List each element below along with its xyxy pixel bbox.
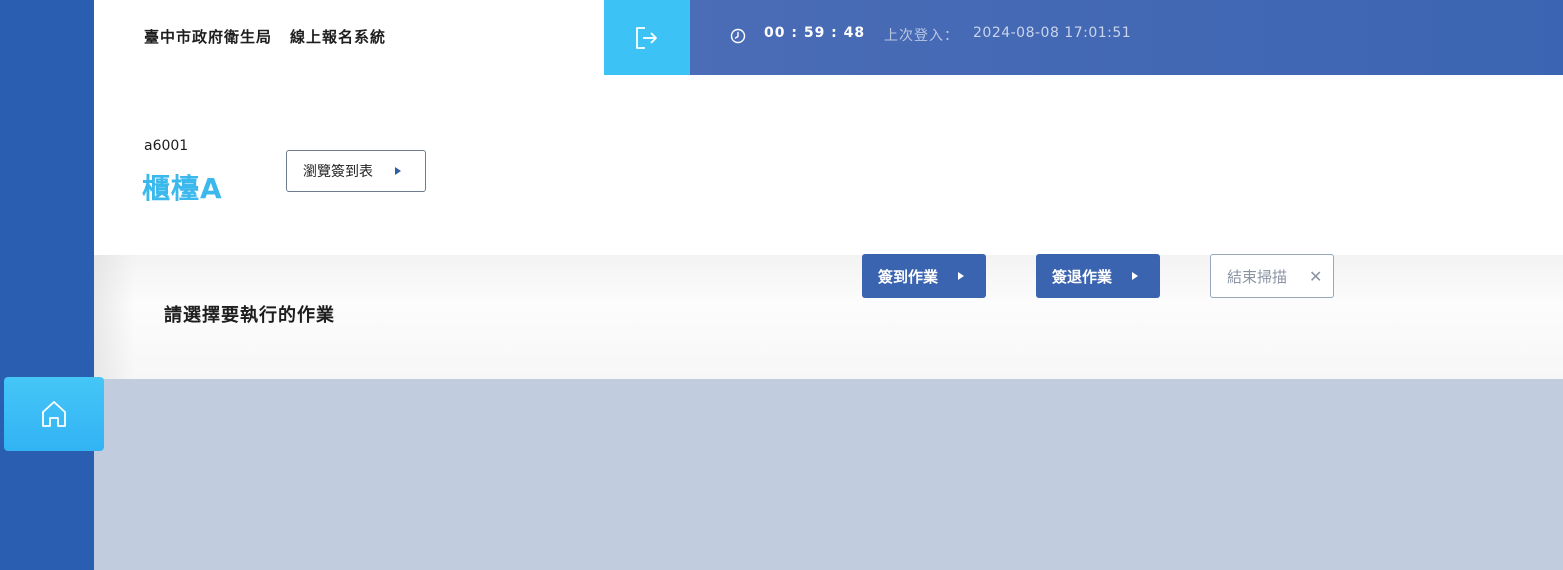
app-title: 臺中市政府衛生局 線上報名系統 bbox=[144, 26, 386, 47]
operation-prompt: 請選擇要執行的作業 bbox=[164, 305, 335, 326]
play-arrow-icon bbox=[395, 167, 401, 175]
close-icon: ✕ bbox=[1309, 266, 1323, 286]
header-title-area: 臺中市政府衛生局 線上報名系統 bbox=[94, 0, 604, 75]
content-area bbox=[94, 379, 1563, 570]
checkin-button[interactable]: 簽到作業 bbox=[862, 254, 986, 298]
last-login-label: 上次登入： bbox=[884, 28, 959, 44]
system-name: 線上報名系統 bbox=[290, 28, 387, 46]
end-scan-label: 結束掃描 bbox=[1227, 267, 1288, 286]
last-login-value: 2024-08-08 17:01:51 bbox=[973, 25, 1132, 41]
logout-icon bbox=[636, 26, 657, 49]
counter-name: 櫃檯A bbox=[142, 172, 223, 205]
sidebar bbox=[0, 0, 94, 570]
browse-signin-sheet-label: 瀏覽簽到表 bbox=[303, 164, 373, 180]
home-button[interactable] bbox=[4, 377, 104, 451]
session-timer: 00 : 59 : 48 bbox=[764, 25, 866, 41]
operation-panel: 請選擇要執行的作業 簽到作業 簽退作業 結束掃描 ✕ bbox=[94, 254, 1563, 379]
play-arrow-icon bbox=[1132, 272, 1139, 280]
header-status-bar: 00 : 59 : 48 上次登入： 2024-08-08 17:01:51 bbox=[690, 0, 1563, 75]
play-arrow-icon bbox=[958, 272, 965, 280]
org-name: 臺中市政府衛生局 bbox=[144, 28, 273, 46]
checkout-button[interactable]: 簽退作業 bbox=[1036, 254, 1160, 298]
end-scan-button[interactable]: 結束掃描 ✕ bbox=[1210, 254, 1334, 298]
counter-info-area: a6001 櫃檯A 瀏覽簽到表 bbox=[94, 75, 1563, 255]
account-id: a6001 bbox=[144, 138, 189, 154]
browse-signin-sheet-button[interactable]: 瀏覽簽到表 bbox=[286, 150, 426, 192]
checkin-label: 簽到作業 bbox=[878, 267, 939, 286]
page: 臺中市政府衛生局 線上報名系統 00 : 59 : 48 上次登入： 2024-0… bbox=[0, 0, 1563, 570]
clock-icon bbox=[730, 28, 746, 44]
home-icon bbox=[42, 401, 66, 427]
logout-button[interactable] bbox=[604, 0, 690, 75]
checkout-label: 簽退作業 bbox=[1052, 267, 1113, 286]
